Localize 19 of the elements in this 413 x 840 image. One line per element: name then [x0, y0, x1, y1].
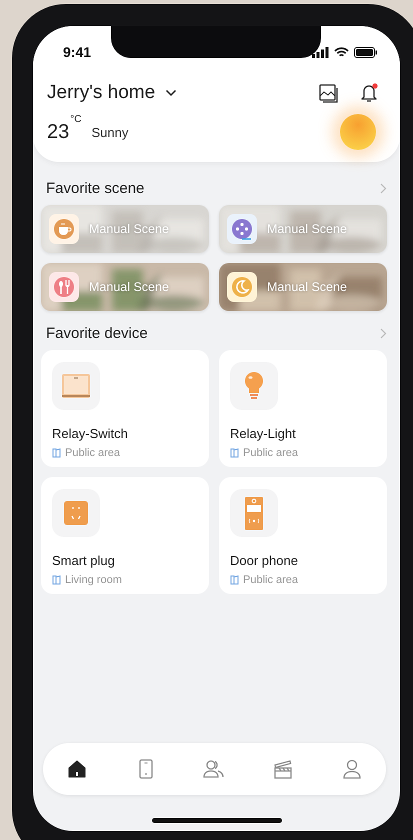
device-name: Smart plug	[52, 553, 116, 568]
room-label: Living room	[65, 574, 122, 586]
room-label: Public area	[243, 447, 298, 459]
status-time: 9:41	[63, 44, 92, 60]
section-title: Favorite device	[46, 325, 148, 342]
home-name: Jerry's home	[47, 82, 156, 104]
room-label: Public area	[65, 447, 120, 459]
temperature: 23	[47, 120, 70, 144]
device-card[interactable]: Door phone Public area	[219, 477, 387, 594]
temperature-unit: °C	[70, 114, 82, 125]
device-name: Door phone	[230, 553, 299, 568]
device-name: Relay-Light	[230, 426, 297, 441]
section-title: Favorite scene	[46, 180, 144, 197]
device-name: Relay-Switch	[52, 426, 129, 441]
device-card[interactable]: Relay-Light Public area	[219, 350, 387, 467]
device-card[interactable]: Smart plug Living room	[41, 477, 209, 594]
room-label: Public area	[243, 574, 298, 586]
weather-condition: Sunny	[91, 124, 128, 140]
device-card[interactable]: Relay-Switch Public area	[41, 350, 209, 467]
